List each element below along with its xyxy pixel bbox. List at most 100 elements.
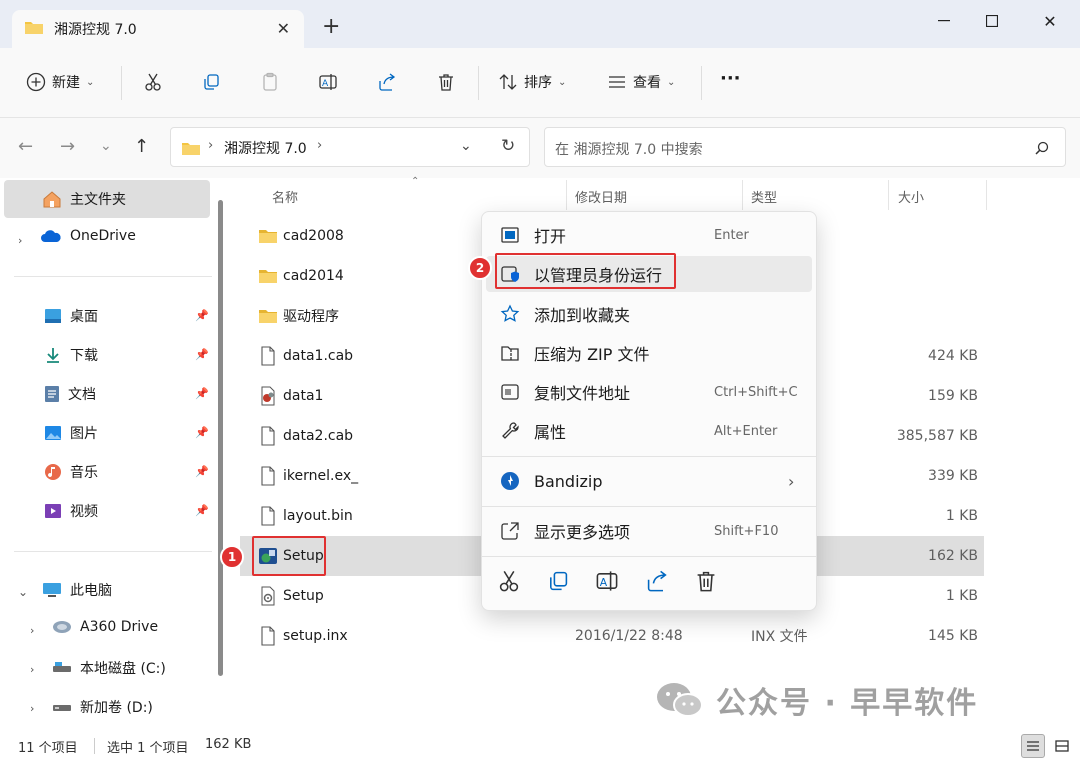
trash-icon[interactable]: [694, 569, 718, 593]
expand-chevron-icon[interactable]: ›: [30, 624, 34, 637]
expand-chevron-icon[interactable]: ›: [30, 702, 34, 715]
tab-active[interactable]: 湘源控规 7.0 ✕: [12, 10, 304, 48]
expand-chevron-icon[interactable]: ›: [18, 234, 22, 247]
sidebar-scrollbar[interactable]: [218, 200, 223, 676]
file-size: 1 KB: [945, 508, 978, 524]
column-header-date[interactable]: 修改日期: [575, 187, 627, 206]
collapse-chevron-icon[interactable]: ⌄: [18, 585, 28, 599]
close-tab-icon[interactable]: ✕: [277, 19, 290, 38]
menu-item-copy-path[interactable]: 复制文件地址 Ctrl+Shift+C: [486, 374, 812, 410]
back-arrow-icon[interactable]: ←: [18, 136, 33, 157]
sidebar-item-this-pc[interactable]: 此电脑: [42, 580, 112, 600]
menu-label: 打开: [534, 227, 567, 246]
sidebar-item-downloads[interactable]: 下载: [44, 345, 98, 365]
address-bar[interactable]: › 湘源控规 7.0 › ⌄ ↻: [170, 127, 530, 167]
up-arrow-icon[interactable]: ↑: [134, 136, 149, 157]
column-header-name[interactable]: 名称: [272, 187, 298, 206]
rename-button[interactable]: A: [318, 72, 338, 92]
a360-drive-icon: [53, 621, 71, 633]
maximize-button[interactable]: [972, 8, 1012, 34]
pin-icon[interactable]: 📌: [195, 309, 209, 322]
sidebar-item-videos[interactable]: 视频: [44, 501, 98, 521]
rename-icon[interactable]: A: [595, 569, 619, 593]
sidebar-item-desktop[interactable]: 桌面: [44, 306, 98, 326]
expand-chevron-icon[interactable]: ›: [30, 663, 34, 676]
file-row[interactable]: setup.inx 2016/1/22 8:48 INX 文件 145 KB: [240, 616, 984, 656]
sidebar-label: OneDrive: [70, 228, 136, 244]
refresh-icon[interactable]: ↻: [501, 136, 515, 156]
more-button[interactable]: ···: [720, 68, 741, 89]
copy-button[interactable]: [201, 72, 221, 92]
cut-button[interactable]: [143, 72, 163, 92]
sidebar-item-a360-drive[interactable]: A360 Drive: [52, 619, 158, 635]
new-button[interactable]: 新建 ⌄: [26, 72, 94, 92]
pin-icon[interactable]: 📌: [195, 504, 209, 517]
sidebar-item-drive-d[interactable]: 新加卷 (D:): [52, 697, 153, 717]
sort-button[interactable]: 排序 ⌄: [498, 72, 566, 92]
tiles-view-button[interactable]: [1050, 734, 1074, 758]
column-divider[interactable]: [986, 180, 987, 210]
sidebar-label: 此电脑: [70, 583, 112, 599]
menu-item-properties[interactable]: 属性 Alt+Enter: [486, 413, 812, 449]
share-icon[interactable]: [645, 569, 669, 593]
sidebar-item-pictures[interactable]: 图片: [44, 423, 98, 443]
folder-icon: [258, 266, 278, 286]
file-name: data1.cab: [283, 348, 354, 364]
minimize-button[interactable]: [924, 8, 964, 34]
forward-arrow-icon[interactable]: →: [60, 136, 75, 157]
close-window-button[interactable]: ✕: [1030, 8, 1070, 34]
column-header-type[interactable]: 类型: [751, 187, 777, 206]
sidebar-label: 图片: [70, 426, 98, 442]
column-divider[interactable]: [566, 180, 567, 210]
file-name: setup.inx: [283, 628, 348, 644]
recent-chevron-icon[interactable]: ⌄: [100, 138, 112, 154]
details-view-icon: [1027, 741, 1039, 751]
sidebar-item-drive-c[interactable]: 本地磁盘 (C:): [52, 658, 166, 678]
search-input[interactable]: 在 湘源控规 7.0 中搜索: [544, 127, 1066, 167]
menu-item-compress-zip[interactable]: 压缩为 ZIP 文件: [486, 335, 812, 371]
column-divider[interactable]: [888, 180, 889, 210]
paste-button[interactable]: [260, 72, 280, 92]
pin-icon[interactable]: 📌: [195, 426, 209, 439]
copy-icon[interactable]: [546, 569, 570, 593]
divider: [478, 66, 479, 100]
file-size: 162 KB: [928, 548, 978, 564]
column-header-size[interactable]: 大小: [898, 187, 924, 206]
computer-icon: [43, 583, 61, 597]
open-window-icon: [501, 227, 519, 243]
svg-text:A: A: [600, 576, 608, 589]
home-icon: [43, 191, 61, 208]
menu-item-open[interactable]: 打开 Enter: [486, 217, 812, 253]
pin-icon[interactable]: 📌: [195, 348, 209, 361]
trash-icon: [439, 74, 453, 91]
tiles-view-icon: [1055, 740, 1069, 752]
step-badge-2: 2: [468, 256, 492, 280]
menu-item-bandizip[interactable]: Bandizip ›: [486, 463, 812, 499]
file-size: 424 KB: [928, 348, 978, 364]
star-icon: [500, 304, 520, 322]
scissors-icon[interactable]: [497, 569, 521, 593]
chevron-down-icon: ⌄: [86, 76, 95, 88]
column-divider[interactable]: [742, 180, 743, 210]
file-name: cad2014: [283, 268, 344, 284]
delete-button[interactable]: [436, 72, 456, 92]
menu-item-more-options[interactable]: 显示更多选项 Shift+F10: [486, 513, 812, 549]
pin-icon[interactable]: 📌: [195, 465, 209, 478]
folder-icon: [182, 143, 200, 155]
breadcrumb[interactable]: 湘源控规 7.0: [224, 138, 307, 158]
share-button[interactable]: [377, 72, 397, 92]
zip-folder-icon: [501, 346, 519, 361]
sort-indicator-icon: ⌃: [411, 176, 420, 187]
menu-item-add-favorites[interactable]: 添加到收藏夹: [486, 296, 812, 332]
sidebar-item-documents[interactable]: 文档: [44, 384, 96, 404]
sidebar-item-home[interactable]: 主文件夹: [4, 180, 210, 218]
pin-icon[interactable]: 📌: [195, 387, 209, 400]
dll-file-icon: [258, 386, 278, 406]
sidebar-item-music[interactable]: 音乐: [44, 462, 98, 482]
view-button[interactable]: 查看 ⌄: [607, 72, 675, 92]
new-tab-button[interactable]: +: [322, 16, 340, 38]
sidebar-item-onedrive[interactable]: OneDrive: [40, 228, 136, 244]
address-dropdown-icon[interactable]: ⌄: [460, 138, 472, 154]
breadcrumb-chevron-icon[interactable]: ›: [317, 138, 322, 153]
details-view-button[interactable]: [1021, 734, 1045, 758]
